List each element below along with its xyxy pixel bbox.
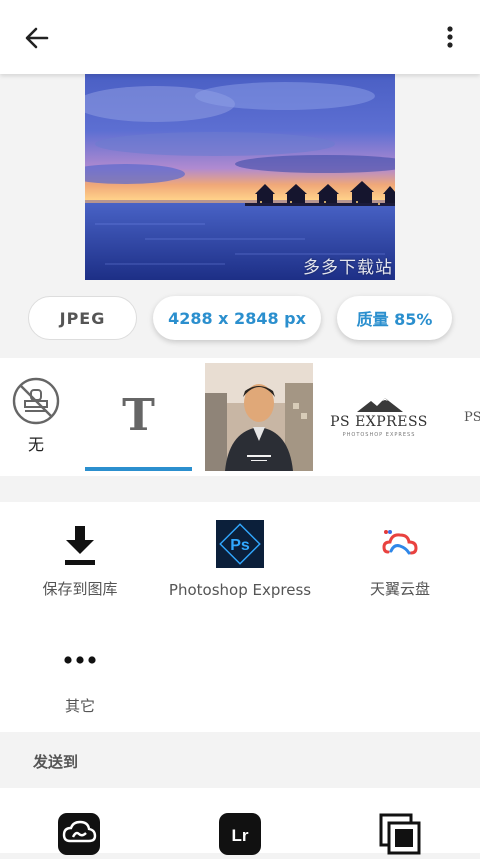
logo-watermark-subtext: PHOTOSHOP EXPRESS xyxy=(342,432,416,438)
cloud-drive-icon xyxy=(382,530,418,555)
watermark-selector: 无 T PS EXPRESS PHOTOSHOP EXPRESS PS xyxy=(0,358,480,476)
lightroom-label: Lr xyxy=(232,826,249,845)
lightroom-icon: Lr xyxy=(219,813,261,855)
svg-text:Ps: Ps xyxy=(230,537,250,554)
quality-button[interactable]: 质量 85% xyxy=(337,296,452,340)
watermark-text-option[interactable]: T xyxy=(85,358,192,476)
share-label: Photoshop Express xyxy=(168,581,312,599)
portrait-watermark-thumbnail xyxy=(205,363,313,471)
share-label: 其它 xyxy=(64,697,95,715)
more-vertical-icon xyxy=(447,26,453,48)
sunset-photo xyxy=(85,74,395,280)
send-to-apps: Lr xyxy=(0,788,480,855)
share-label: 保存到图库 xyxy=(42,580,118,598)
more-options-button[interactable] xyxy=(438,24,462,52)
photoshop-express-button[interactable]: Ps Photoshop Express xyxy=(160,520,320,630)
dimensions-button[interactable]: 4288 x 2848 px xyxy=(153,296,321,340)
back-button[interactable] xyxy=(22,23,52,53)
more-horizontal-icon xyxy=(64,656,96,664)
preview-area: 多多下载站 JPEG 4288 x 2848 px 质量 85% xyxy=(0,74,480,358)
creative-cloud-button[interactable] xyxy=(58,813,100,855)
partial-watermark-text: PS xyxy=(464,410,480,425)
photoshop-express-icon: Ps xyxy=(216,520,264,568)
watermark-photo-option[interactable] xyxy=(205,358,313,476)
download-icon xyxy=(65,526,95,565)
section-title: 发送到 xyxy=(33,753,79,771)
creative-cloud-icon xyxy=(58,813,100,855)
top-app-bar xyxy=(0,0,480,74)
logo-watermark-text: PS EXPRESS xyxy=(330,414,428,430)
format-button[interactable]: JPEG xyxy=(28,296,137,340)
text-watermark-icon: T xyxy=(122,390,155,441)
share-targets: 保存到图库 Ps Photoshop Express 天翼云盘 其它 xyxy=(0,502,480,732)
selected-indicator xyxy=(85,467,192,471)
watermark-none-option[interactable]: 无 xyxy=(0,358,72,476)
arrow-left-icon xyxy=(25,27,49,49)
watermark-logo-option[interactable]: PS EXPRESS PHOTOSHOP EXPRESS xyxy=(326,358,432,476)
share-label: 天翼云盘 xyxy=(369,580,430,598)
cloud-drive-button[interactable]: 天翼云盘 xyxy=(320,520,480,630)
preview-watermark-text: 多多下载站 xyxy=(303,258,393,278)
frame-app-button[interactable] xyxy=(379,813,421,855)
send-to-header: 发送到 xyxy=(0,732,480,788)
mountain-logo-icon xyxy=(357,398,403,412)
no-watermark-stamp-icon xyxy=(12,377,60,425)
save-to-gallery-button[interactable]: 保存到图库 xyxy=(0,520,160,630)
frame-stack-icon xyxy=(379,813,421,855)
watermark-partial-option[interactable]: PS xyxy=(456,358,480,476)
lightroom-button[interactable]: Lr xyxy=(219,813,261,855)
image-preview: 多多下载站 xyxy=(85,74,395,280)
watermark-none-label: 无 xyxy=(28,435,45,454)
